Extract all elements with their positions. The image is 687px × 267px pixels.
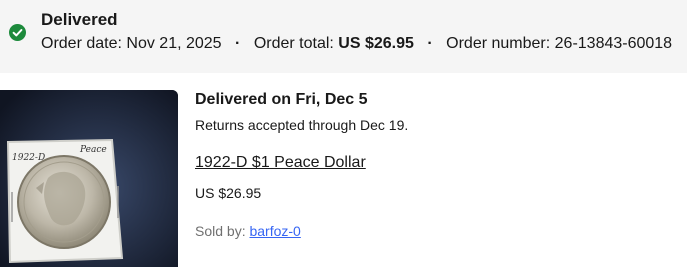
sold-by-label: Sold by: — [195, 223, 246, 239]
item-title-link[interactable]: 1922-D $1 Peace Dollar — [195, 154, 366, 172]
item-price: US $26.95 — [195, 185, 262, 201]
image-label-right: Peace — [79, 145, 107, 155]
seller-info: Sold by: barfoz-0 — [195, 223, 301, 239]
order-total: US $26.95 — [338, 35, 414, 52]
separator: · — [427, 35, 433, 52]
order-number: 26-13843-60018 — [554, 35, 673, 52]
separator: · — [235, 35, 241, 52]
order-status: Delivered — [41, 10, 118, 29]
seller-link[interactable]: barfoz-0 — [249, 223, 300, 239]
order-status-banner: Delivered Order date: Nov 21, 2025 · Ord… — [0, 0, 687, 73]
returns-note: Returns accepted through Dec 19. — [195, 117, 409, 133]
item-thumbnail[interactable]: 1922-D Peace — [0, 90, 178, 267]
order-meta: Order date: Nov 21, 2025 · Order total: … — [41, 35, 672, 53]
image-label-left: 1922-D — [12, 153, 45, 163]
order-date: Nov 21, 2025 — [126, 35, 222, 52]
order-date-label: Order date: — [41, 35, 122, 52]
order-total-label: Order total: — [253, 35, 334, 52]
delivery-status: Delivered on Fri, Dec 5 — [195, 91, 368, 108]
check-circle-icon — [9, 24, 26, 41]
order-number-label: Order number: — [446, 35, 551, 52]
